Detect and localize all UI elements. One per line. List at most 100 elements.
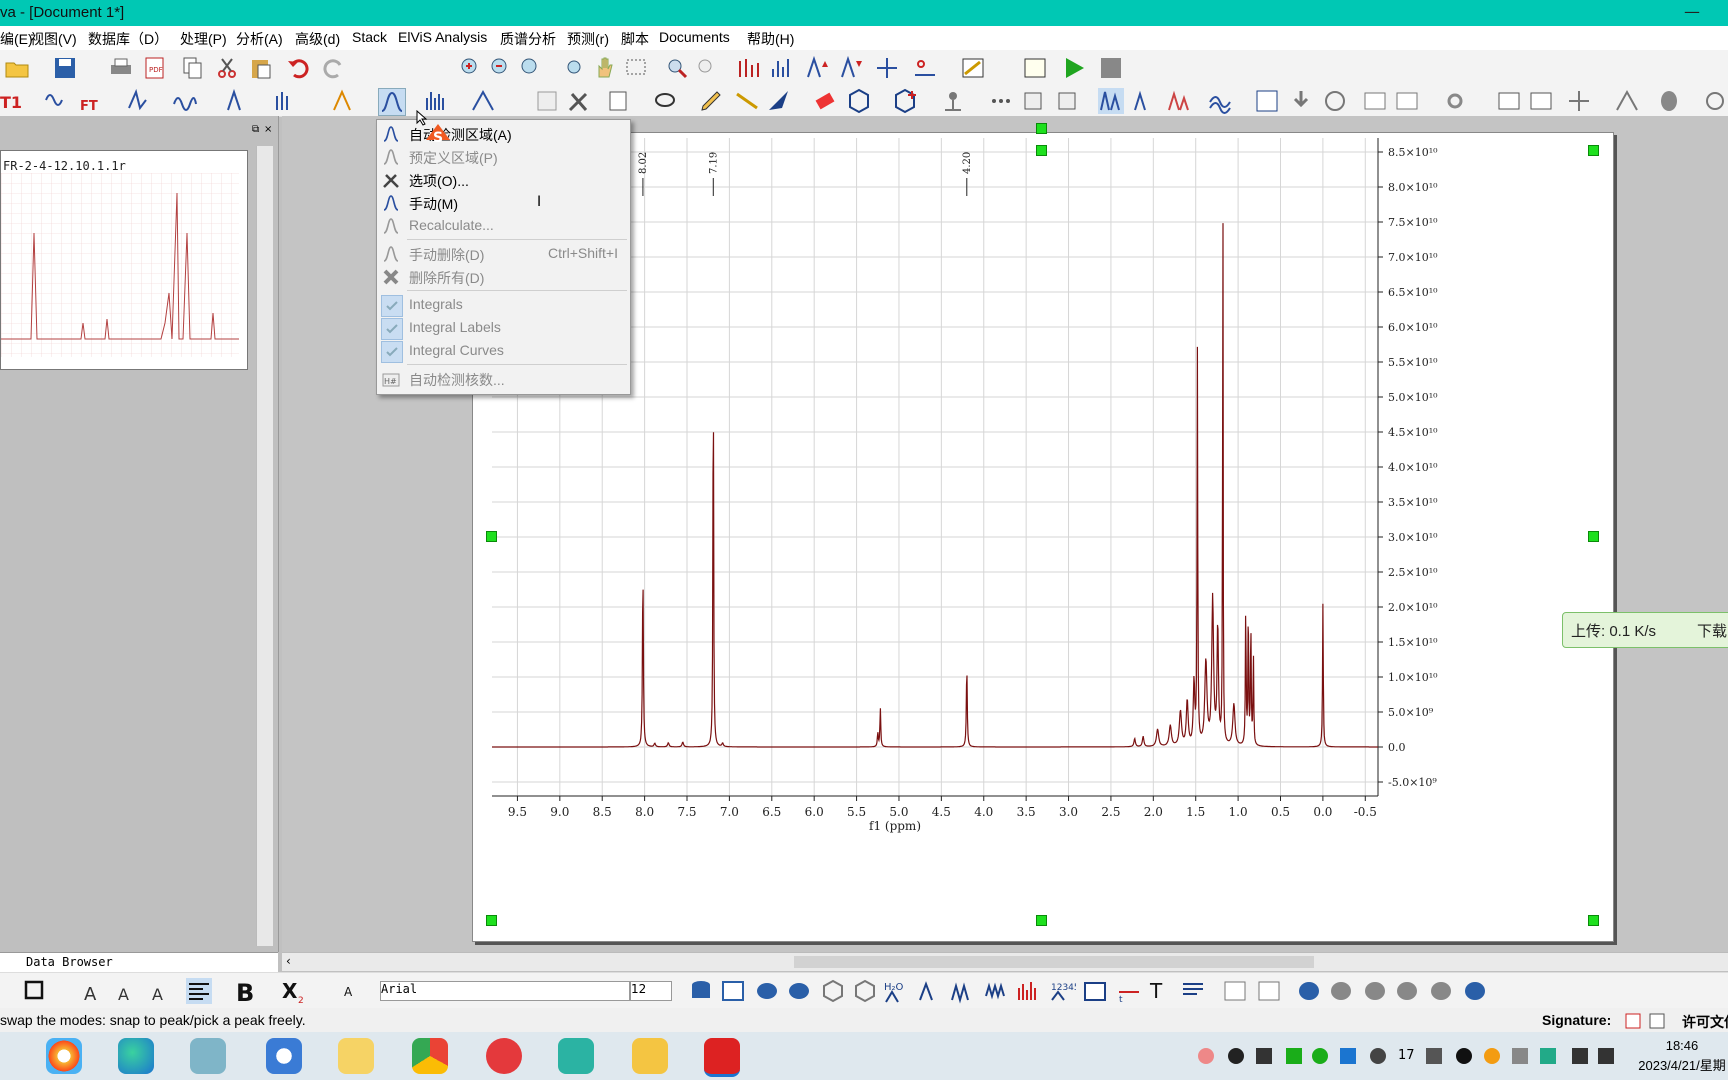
stacked-icon[interactable] xyxy=(1208,88,1234,114)
menu-item-auto-nuclides[interactable]: H# 自动检测核数... xyxy=(377,368,630,390)
volume-icon[interactable] xyxy=(1598,1048,1614,1064)
report-icon[interactable] xyxy=(606,88,632,114)
menu-item-integral-labels[interactable]: Integral Labels xyxy=(377,317,630,340)
panel-close-icon[interactable]: × xyxy=(264,124,272,135)
font-grow-icon[interactable]: A xyxy=(80,978,106,1004)
minimize-button[interactable]: — xyxy=(1684,2,1700,21)
redo-icon[interactable] xyxy=(320,55,346,81)
scroll-thumb[interactable] xyxy=(794,956,1314,968)
bar-peaks-icon[interactable] xyxy=(1016,978,1042,1004)
find-next-icon[interactable] xyxy=(694,55,720,81)
leaf-icon[interactable] xyxy=(1656,88,1682,114)
multiplet-icon[interactable] xyxy=(274,88,300,114)
dots-icon[interactable] xyxy=(988,88,1014,114)
table2-icon[interactable] xyxy=(1528,88,1554,114)
menu-script[interactable]: 脚本 xyxy=(621,29,649,49)
horizontal-scrollbar[interactable]: ‹ xyxy=(282,952,1728,971)
stamp2-icon[interactable] xyxy=(1054,88,1080,114)
chrome-icon[interactable] xyxy=(412,1038,448,1074)
resize-handle[interactable] xyxy=(1036,145,1047,156)
menu-database[interactable]: 数据库（D） xyxy=(88,29,168,49)
pencil-icon[interactable] xyxy=(698,88,724,114)
stamp-icon[interactable] xyxy=(1020,88,1046,114)
nmr-spectrum-plot[interactable]: 9.5 9.0 8.5 8.0 7.5 7.0 6.5 6.0 5.5 5.0 4.5 4.0 3.5 3… xyxy=(472,132,1612,940)
copy-icon[interactable] xyxy=(180,55,206,81)
db-view-icon[interactable] xyxy=(754,978,780,1004)
settings-icon[interactable] xyxy=(1442,88,1468,114)
phase-icon[interactable] xyxy=(126,88,152,114)
structure-search-icon[interactable] xyxy=(820,978,846,1004)
db-add-icon[interactable] xyxy=(1362,978,1388,1004)
tray-wechat2-icon[interactable] xyxy=(1312,1048,1328,1064)
fid-icon[interactable] xyxy=(44,88,70,114)
play-icon[interactable] xyxy=(1062,55,1088,81)
overflow-icon[interactable] xyxy=(1702,88,1728,114)
menu-mass-spec[interactable]: 质谱分析 xyxy=(500,29,556,49)
bold-icon[interactable]: B xyxy=(234,978,260,1004)
app-icon-chrome-like[interactable] xyxy=(266,1038,302,1074)
pan-hand-icon[interactable] xyxy=(592,55,618,81)
db-remove-icon[interactable] xyxy=(1394,978,1420,1004)
tray-circle-icon[interactable] xyxy=(1370,1048,1386,1064)
fit-icon[interactable] xyxy=(1614,88,1640,114)
deconvolution-icon[interactable] xyxy=(470,88,496,114)
add-analysis-icon[interactable] xyxy=(1394,88,1420,114)
mestrenova-icon[interactable] xyxy=(704,1038,740,1077)
db-table-icon[interactable] xyxy=(720,978,746,1004)
menu-item-predefined[interactable]: 预定义区域(P) xyxy=(377,146,630,168)
grid-delete2-icon[interactable] xyxy=(1256,978,1282,1004)
license-icon[interactable] xyxy=(1648,1012,1666,1030)
tray-wechat-icon[interactable] xyxy=(1286,1048,1302,1064)
water-suppression-icon[interactable]: H₂O xyxy=(884,978,910,1004)
j-coupling-icon[interactable] xyxy=(918,978,944,1004)
panel-float-icon[interactable]: ⧉ xyxy=(252,124,259,135)
paste-icon[interactable] xyxy=(248,55,274,81)
zoom-selection-icon[interactable] xyxy=(562,55,588,81)
spectrum-thumbnail[interactable]: FR-2-4-12.10.1.1r xyxy=(0,150,248,370)
t1-icon[interactable]: T1 xyxy=(0,88,26,114)
tools-icon[interactable] xyxy=(566,88,592,114)
resize-handle[interactable] xyxy=(1588,531,1599,542)
peak-list-icon[interactable] xyxy=(770,55,796,81)
spectrum-view-icon[interactable] xyxy=(1098,88,1124,114)
print-icon[interactable] xyxy=(108,55,134,81)
annotation-icon[interactable] xyxy=(960,55,986,81)
ft-icon[interactable]: FT xyxy=(78,88,104,114)
system-clock[interactable]: 18:46 2023/4/21/星期 xyxy=(1632,1036,1728,1076)
menu-elvis-analysis[interactable]: ElViS Analysis xyxy=(398,29,487,45)
list-icon[interactable] xyxy=(1180,978,1206,1004)
eraser-icon[interactable] xyxy=(812,88,838,114)
tray-qq-icon[interactable] xyxy=(1456,1048,1472,1064)
resize-handle[interactable] xyxy=(1588,915,1599,926)
font-shrink-icon[interactable]: A xyxy=(114,978,140,1004)
file-explorer-icon[interactable] xyxy=(632,1038,668,1074)
menu-view[interactable]: 视图(V) xyxy=(30,29,77,49)
open-folder-icon[interactable] xyxy=(4,55,30,81)
tray-security-icon[interactable] xyxy=(1540,1048,1556,1064)
bond-icon[interactable] xyxy=(940,88,966,114)
menu-item-manual-delete[interactable]: 手动删除(D) Ctrl+Shift+I xyxy=(377,243,630,265)
network-speed-indicator[interactable]: 上传: 0.1 K/s 下载 xyxy=(1562,612,1728,648)
menu-help[interactable]: 帮助(H) xyxy=(747,29,794,49)
rotate-handle[interactable] xyxy=(1036,123,1047,134)
peak-down-icon[interactable] xyxy=(838,55,864,81)
menu-predict[interactable]: 预测(r) xyxy=(567,29,609,49)
menu-edit[interactable]: 编(E) xyxy=(0,29,33,49)
tray-flower-icon[interactable] xyxy=(1198,1048,1214,1064)
tray-speed-icon[interactable] xyxy=(1228,1048,1244,1064)
menu-item-integrals[interactable]: Integrals xyxy=(377,294,630,317)
resize-handle[interactable] xyxy=(486,915,497,926)
menu-item-manual[interactable]: 手动(M) I xyxy=(377,192,630,214)
tray-search-icon[interactable] xyxy=(1484,1048,1500,1064)
menu-process[interactable]: 处理(P) xyxy=(180,29,227,49)
lasso-icon[interactable] xyxy=(652,88,678,114)
integration-icon[interactable] xyxy=(378,88,406,116)
menu-advanced[interactable]: 高级(d) xyxy=(295,29,340,49)
select-region-icon[interactable] xyxy=(624,55,650,81)
baseline-icon[interactable] xyxy=(172,88,198,114)
molecule-icon[interactable] xyxy=(534,88,560,114)
font-clear-icon[interactable]: A xyxy=(148,978,174,1004)
spectrum-view2-icon[interactable] xyxy=(1132,88,1158,114)
spectrum-view3-icon[interactable] xyxy=(1166,88,1192,114)
db-search-icon[interactable] xyxy=(786,978,812,1004)
